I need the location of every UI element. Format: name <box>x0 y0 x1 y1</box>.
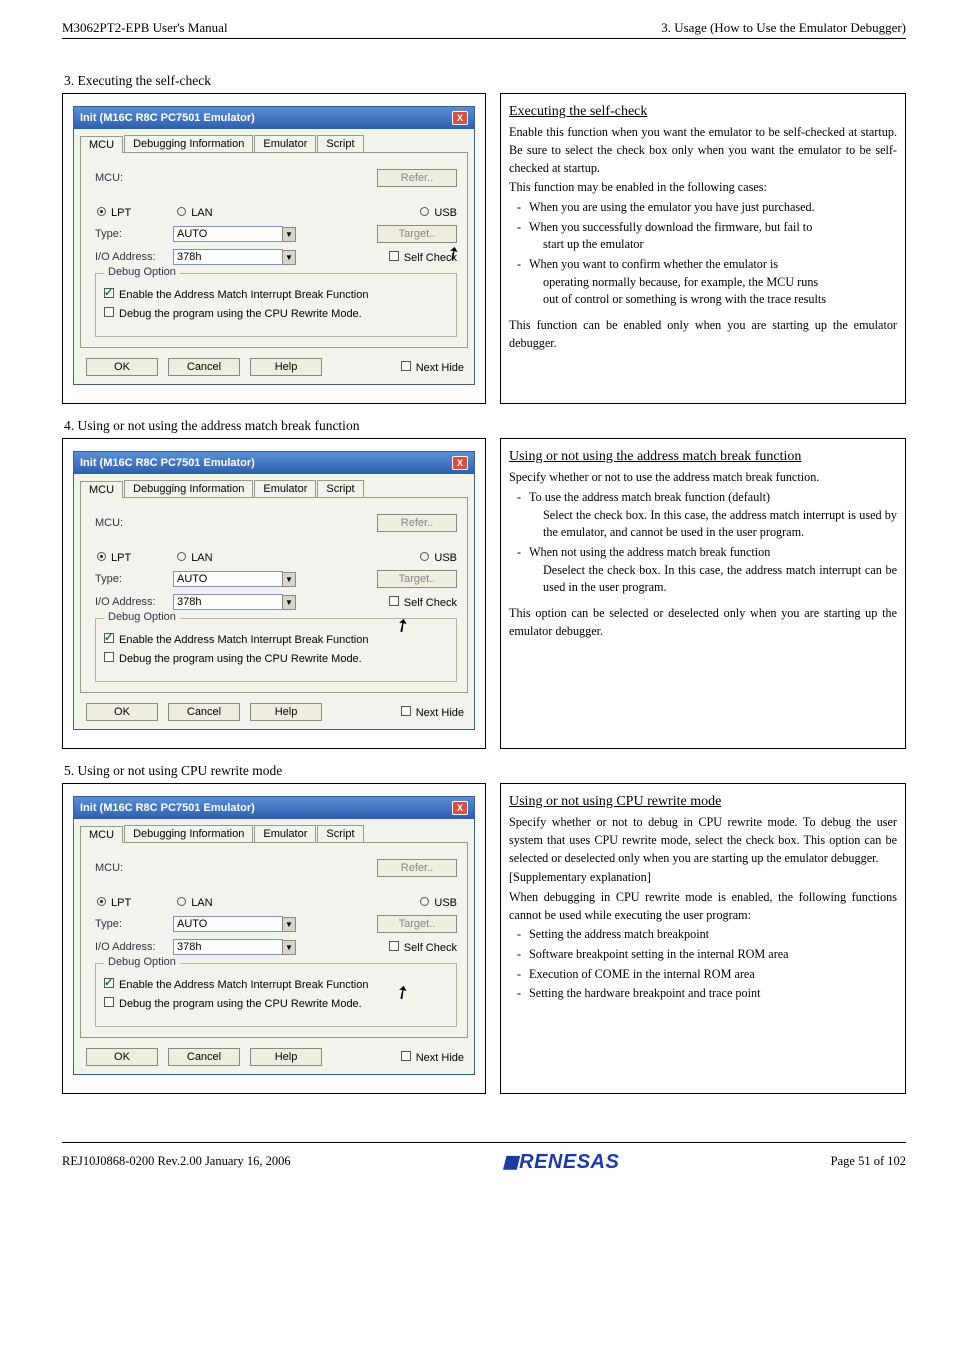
debug-option-legend: Debug Option <box>104 956 180 968</box>
radio-usb[interactable]: USB <box>420 897 457 909</box>
explain-5: Using or not using CPU rewrite mode Spec… <box>500 783 906 1094</box>
renesas-logo: ◼RENESAS <box>502 1149 619 1174</box>
dialog-wrap-3: Init (M16C R8C PC7501 Emulator) X MCU De… <box>62 93 486 404</box>
section-4-title: 4. Using or not using the address match … <box>64 418 906 434</box>
dialog-wrap-4: Init (M16C R8C PC7501 Emulator) X MCU De… <box>62 438 486 749</box>
nexthide-checkbox[interactable]: Next Hide <box>401 1051 464 1064</box>
ok-button[interactable]: OK <box>86 358 158 376</box>
init-dialog: Init (M16C R8C PC7501 Emulator) X MCU De… <box>73 106 475 385</box>
opt-cpu-rewrite[interactable]: Debug the program using the CPU Rewrite … <box>104 307 362 320</box>
tab-debugging[interactable]: Debugging Information <box>124 825 253 842</box>
help-button[interactable]: Help <box>250 1048 322 1066</box>
explain-4: Using or not using the address match bre… <box>500 438 906 749</box>
chevron-down-icon[interactable]: ▼ <box>282 572 296 587</box>
tab-mcu[interactable]: MCU <box>80 136 123 153</box>
cancel-button[interactable]: Cancel <box>168 358 240 376</box>
tab-mcu[interactable]: MCU <box>80 481 123 498</box>
selfcheck-checkbox[interactable]: Self Check <box>389 596 457 609</box>
dialog-title: Init (M16C R8C PC7501 Emulator) <box>80 112 255 124</box>
cancel-button[interactable]: Cancel <box>168 703 240 721</box>
io-label: I/O Address: <box>95 596 173 608</box>
target-button[interactable]: Target.. <box>377 225 457 243</box>
opt-cpu-rewrite[interactable]: Debug the program using the CPU Rewrite … <box>104 997 362 1010</box>
section-5-title: 5. Using or not using CPU rewrite mode <box>64 763 906 779</box>
type-input[interactable]: AUTO <box>173 571 283 587</box>
type-input[interactable]: AUTO <box>173 916 283 932</box>
dialog-title: Init (M16C R8C PC7501 Emulator) <box>80 457 255 469</box>
footer-right: Page 51 of 102 <box>831 1154 906 1169</box>
radio-lan[interactable]: LAN <box>177 552 212 564</box>
debug-option-legend: Debug Option <box>104 266 180 278</box>
mcu-label: MCU: <box>95 172 173 184</box>
radio-lpt[interactable]: LPT <box>97 552 131 564</box>
chevron-down-icon[interactable]: ▼ <box>282 227 296 242</box>
tab-emulator[interactable]: Emulator <box>254 480 316 497</box>
io-input[interactable]: 378h <box>173 594 283 610</box>
io-label: I/O Address: <box>95 941 173 953</box>
mcu-label: MCU: <box>95 517 173 529</box>
radio-lpt[interactable]: LPT <box>97 207 131 219</box>
opt-address-match[interactable]: Enable the Address Match Interrupt Break… <box>104 633 368 646</box>
close-icon[interactable]: X <box>452 456 468 470</box>
tab-script[interactable]: Script <box>317 480 363 497</box>
radio-lpt[interactable]: LPT <box>97 897 131 909</box>
tab-debugging[interactable]: Debugging Information <box>124 480 253 497</box>
debug-option-legend: Debug Option <box>104 611 180 623</box>
close-icon[interactable]: X <box>452 801 468 815</box>
tab-script[interactable]: Script <box>317 825 363 842</box>
header-left: M3062PT2-EPB User's Manual <box>62 20 228 36</box>
selfcheck-checkbox[interactable]: Self Check <box>389 941 457 954</box>
ok-button[interactable]: OK <box>86 703 158 721</box>
tab-emulator[interactable]: Emulator <box>254 825 316 842</box>
radio-usb[interactable]: USB <box>420 207 457 219</box>
nexthide-checkbox[interactable]: Next Hide <box>401 361 464 374</box>
close-icon[interactable]: X <box>452 111 468 125</box>
radio-lan[interactable]: LAN <box>177 207 212 219</box>
dialog-wrap-5: Init (M16C R8C PC7501 Emulator) X MCU De… <box>62 783 486 1094</box>
tab-emulator[interactable]: Emulator <box>254 135 316 152</box>
help-button[interactable]: Help <box>250 703 322 721</box>
chevron-down-icon[interactable]: ▼ <box>282 595 296 610</box>
mcu-label: MCU: <box>95 862 173 874</box>
io-label: I/O Address: <box>95 251 173 263</box>
refer-button[interactable]: Refer.. <box>377 514 457 532</box>
target-button[interactable]: Target.. <box>377 570 457 588</box>
nexthide-checkbox[interactable]: Next Hide <box>401 706 464 719</box>
chevron-down-icon[interactable]: ▼ <box>282 940 296 955</box>
radio-lan[interactable]: LAN <box>177 897 212 909</box>
ok-button[interactable]: OK <box>86 1048 158 1066</box>
io-input[interactable]: 378h <box>173 939 283 955</box>
help-button[interactable]: Help <box>250 358 322 376</box>
chevron-down-icon[interactable]: ▼ <box>282 917 296 932</box>
init-dialog: Init (M16C R8C PC7501 Emulator) X MCU De… <box>73 451 475 730</box>
radio-usb[interactable]: USB <box>420 552 457 564</box>
expl4-title: Using or not using the address match bre… <box>509 449 801 464</box>
tab-script[interactable]: Script <box>317 135 363 152</box>
type-label: Type: <box>95 573 173 585</box>
header-right: 3. Usage (How to Use the Emulator Debugg… <box>661 20 906 36</box>
explain-3: Executing the self-check Enable this fun… <box>500 93 906 404</box>
section-3-title: 3. Executing the self-check <box>64 73 906 89</box>
cancel-button[interactable]: Cancel <box>168 1048 240 1066</box>
opt-address-match[interactable]: Enable the Address Match Interrupt Break… <box>104 288 368 301</box>
refer-button[interactable]: Refer.. <box>377 169 457 187</box>
footer-left: REJ10J0868-0200 Rev.2.00 January 16, 200… <box>62 1154 291 1169</box>
type-input[interactable]: AUTO <box>173 226 283 242</box>
chevron-down-icon[interactable]: ▼ <box>282 250 296 265</box>
init-dialog: Init (M16C R8C PC7501 Emulator) X MCU De… <box>73 796 475 1075</box>
opt-address-match[interactable]: Enable the Address Match Interrupt Break… <box>104 978 368 991</box>
target-button[interactable]: Target.. <box>377 915 457 933</box>
type-label: Type: <box>95 228 173 240</box>
tab-mcu[interactable]: MCU <box>80 826 123 843</box>
type-label: Type: <box>95 918 173 930</box>
expl3-title: Executing the self-check <box>509 104 647 119</box>
expl5-title: Using or not using CPU rewrite mode <box>509 794 721 809</box>
io-input[interactable]: 378h <box>173 249 283 265</box>
dialog-title: Init (M16C R8C PC7501 Emulator) <box>80 802 255 814</box>
refer-button[interactable]: Refer.. <box>377 859 457 877</box>
tab-debugging[interactable]: Debugging Information <box>124 135 253 152</box>
opt-cpu-rewrite[interactable]: Debug the program using the CPU Rewrite … <box>104 652 362 665</box>
